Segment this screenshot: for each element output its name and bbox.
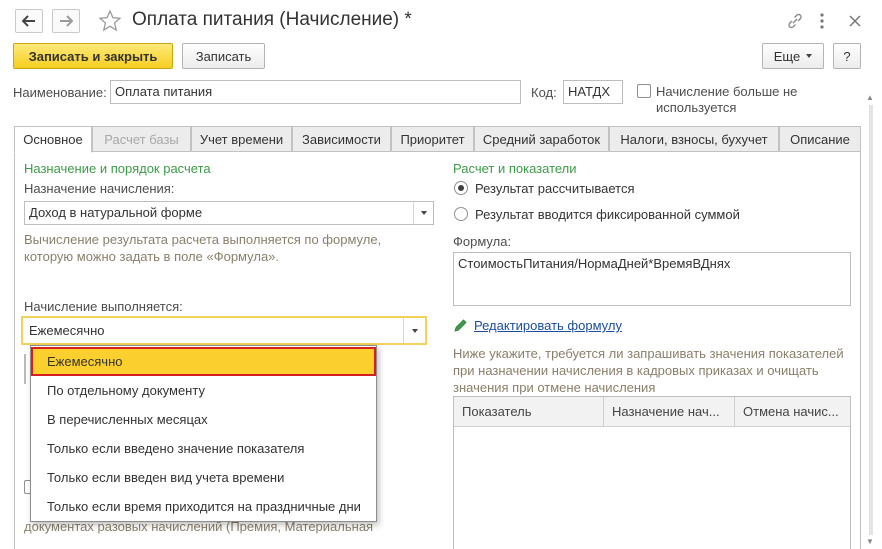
- back-button[interactable]: [15, 9, 43, 33]
- calc-section-title: Расчет и показатели: [453, 161, 577, 176]
- formula-field[interactable]: СтоимостьПитания/НормаДней*ВремяВДнях: [453, 252, 851, 306]
- tab-dependencies[interactable]: Зависимости: [292, 126, 391, 152]
- forward-arrow-icon: [60, 15, 73, 27]
- not-used-label-line1: Начисление больше не: [656, 84, 798, 99]
- pencil-icon: [454, 319, 467, 332]
- column-header-indicator[interactable]: Показатель: [454, 397, 604, 427]
- not-used-label: Начисление больше не используется: [656, 84, 797, 116]
- exec-label: Начисление выполняется:: [24, 299, 183, 314]
- name-label: Наименование:: [13, 85, 107, 100]
- radio-calculated-label: Результат рассчитывается: [475, 181, 635, 196]
- code-label: Код:: [531, 85, 557, 100]
- indicators-hint: Ниже укажите, требуется ли запрашивать з…: [453, 345, 844, 396]
- chevron-down-icon: [420, 211, 427, 215]
- chevron-down-icon: [411, 328, 418, 333]
- option-monthly[interactable]: Ежемесячно: [31, 347, 376, 376]
- formula-hint-line2: которую можно задать в поле «Формула».: [24, 249, 280, 264]
- tab-taxes[interactable]: Налоги, взносы, бухучет: [609, 126, 779, 152]
- page-title: Оплата питания (Начисление) *: [132, 9, 412, 30]
- column-header-cancel[interactable]: Отмена начис...: [735, 397, 850, 427]
- exec-select[interactable]: Ежемесячно: [21, 316, 427, 345]
- code-field[interactable]: НАТДХ: [563, 80, 623, 104]
- back-arrow-icon: [22, 15, 35, 27]
- indicators-hint-line2: при назначении начисления в кадровых при…: [453, 363, 819, 378]
- forward-button[interactable]: [52, 9, 80, 33]
- star-icon[interactable]: [98, 9, 122, 33]
- more-menu-button[interactable]: Еще: [762, 43, 824, 69]
- not-used-label-line2: используется: [656, 100, 737, 115]
- tab-description[interactable]: Описание: [779, 126, 861, 152]
- scrollbar-thumb[interactable]: [869, 105, 873, 535]
- option-holidays[interactable]: Только если время приходится на празднич…: [31, 492, 376, 521]
- column-header-assignment[interactable]: Назначение нач...: [604, 397, 735, 427]
- formula-hint-line1: Вычисление результата расчета выполняетс…: [24, 232, 382, 247]
- purpose-value: Доход в натуральной форме: [29, 205, 203, 220]
- more-vertical-icon[interactable]: [818, 12, 826, 30]
- link-icon[interactable]: [786, 12, 804, 30]
- save-button[interactable]: Записать: [182, 43, 265, 69]
- close-icon[interactable]: [848, 14, 862, 28]
- option-separate-document[interactable]: По отдельному документу: [31, 376, 376, 405]
- purpose-section-title: Назначение и порядок расчета: [24, 161, 211, 176]
- help-button[interactable]: ?: [833, 43, 861, 69]
- tab-time-accounting[interactable]: Учет времени: [191, 126, 292, 152]
- formula-label: Формула:: [453, 234, 512, 249]
- more-label: Еще: [773, 48, 801, 64]
- radio-calculated[interactable]: [454, 181, 468, 195]
- scrollbar-up[interactable]: ▲: [866, 93, 876, 103]
- tab-average-earnings[interactable]: Средний заработок: [474, 126, 609, 152]
- tab-base-calculation[interactable]: Расчет базы: [92, 126, 191, 152]
- exec-dropdown-button[interactable]: [403, 318, 425, 343]
- purpose-select[interactable]: Доход в натуральной форме: [24, 201, 434, 225]
- formula-hint: Вычисление результата расчета выполняетс…: [24, 231, 381, 265]
- tab-main[interactable]: Основное: [14, 126, 92, 153]
- edit-formula-link[interactable]: Редактировать формулу: [474, 318, 622, 333]
- radio-fixed[interactable]: [454, 207, 468, 221]
- chevron-down-icon: [806, 54, 813, 58]
- purpose-dropdown-button[interactable]: [413, 202, 433, 224]
- scrollbar-down[interactable]: ▼: [866, 537, 876, 547]
- not-used-checkbox[interactable]: [637, 84, 651, 98]
- exec-options-list[interactable]: Ежемесячно По отдельному документу В пер…: [30, 345, 377, 522]
- purpose-label: Назначение начисления:: [24, 181, 175, 196]
- name-field[interactable]: Оплата питания: [110, 80, 521, 104]
- option-listed-months[interactable]: В перечисленных месяцах: [31, 405, 376, 434]
- radio-fixed-label: Результат вводится фиксированной суммой: [475, 207, 740, 222]
- option-indicator-entered[interactable]: Только если введено значение показателя: [31, 434, 376, 463]
- indicators-table[interactable]: Показатель Назначение нач... Отмена начи…: [453, 396, 851, 549]
- save-and-close-button[interactable]: Записать и закрыть: [13, 43, 173, 69]
- indicators-hint-line3: значения при отмене начисления: [453, 380, 656, 395]
- indicators-hint-line1: Ниже укажите, требуется ли запрашивать з…: [453, 346, 844, 361]
- option-time-type-entered[interactable]: Только если введен вид учета времени: [31, 463, 376, 492]
- exec-value: Ежемесячно: [29, 323, 105, 338]
- tab-priority[interactable]: Приоритет: [391, 126, 474, 152]
